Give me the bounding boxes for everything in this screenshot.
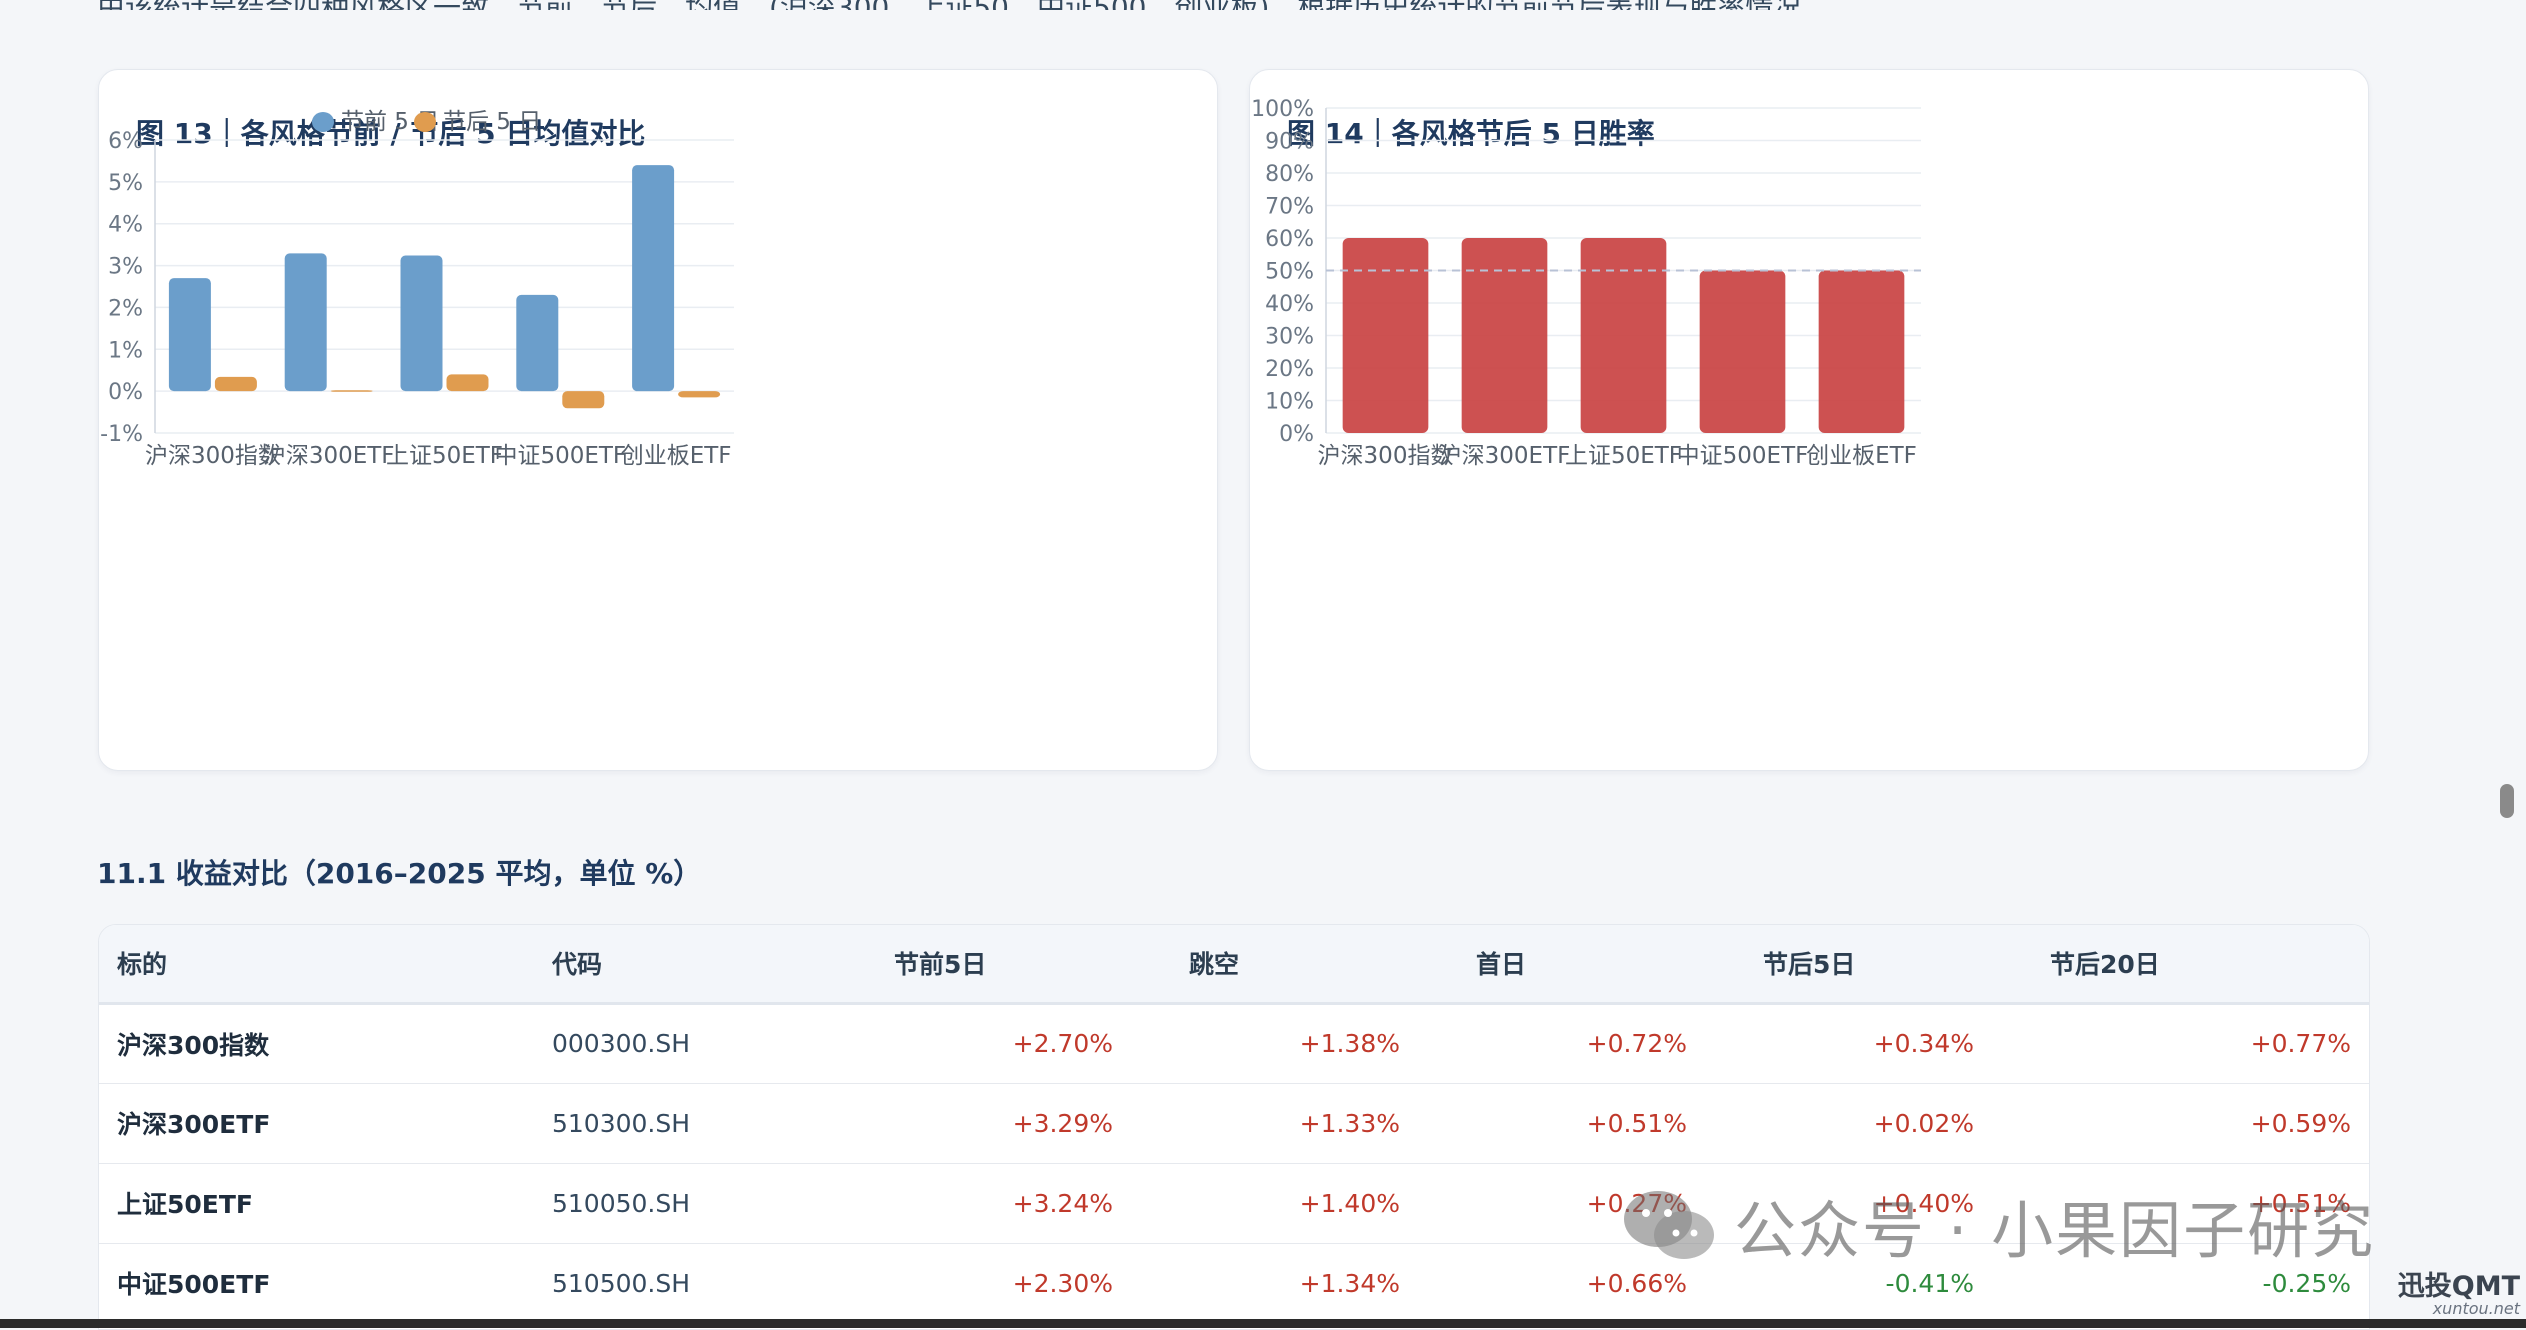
- cell-value: +1.33%: [1299, 1108, 1400, 1138]
- cell-target-name: 沪深300指数: [117, 1030, 270, 1060]
- legend-swatch: [414, 112, 436, 132]
- bar-pre5: [400, 255, 443, 392]
- chart-card-13: 图 13｜各风格节前 / 节后 5 日均值对比 -1% 0% 1% 2% 3% 4% 5% 6…: [98, 69, 1218, 771]
- chart-card-14: 图 14｜各风格节后 5 日胜率 0% 10% 20% 30% 40% 50% 60% 70%…: [1249, 69, 2369, 771]
- cell-value: +3.29%: [1012, 1108, 1113, 1138]
- cell-value: +0.59%: [2250, 1108, 2351, 1138]
- bar-win-rate: [1580, 238, 1667, 433]
- y-axis-label: 平均涨跌幅: [99, 234, 102, 339]
- x-tick-label: 上证50ETF: [386, 443, 503, 469]
- bar-pre5: [168, 278, 211, 392]
- cell-value: +0.51%: [2250, 1188, 2351, 1218]
- y-tick-label: 2%: [108, 296, 143, 321]
- y-tick-label: 0%: [108, 380, 143, 405]
- cell-value: +1.34%: [1299, 1268, 1400, 1298]
- y-tick-label: 20%: [1265, 357, 1314, 382]
- y-tick-label: 4%: [108, 213, 143, 238]
- x-tick-label: 中证500ETF: [1677, 443, 1809, 469]
- cell-code: 510500.SH: [552, 1268, 691, 1298]
- cell-value: +1.38%: [1299, 1029, 1400, 1058]
- cell-value: +3.24%: [1012, 1188, 1113, 1218]
- bar-win-rate: [1461, 238, 1548, 433]
- bar-win-rate: [1342, 238, 1429, 433]
- header-pre5[interactable]: 节前5日: [844, 925, 1131, 1003]
- x-tick-label: 沪深300指数: [145, 443, 281, 469]
- y-tick-label: -1%: [100, 422, 143, 447]
- table-row: 沪深300指数 000300.SH +2.70% +1.38% +0.72% +0.34%…: [99, 1003, 2369, 1083]
- cell-value: +2.30%: [1012, 1268, 1113, 1298]
- bar-post5: [678, 391, 721, 398]
- cell-code: 510300.SH: [552, 1108, 691, 1138]
- legend-swatch: [312, 112, 334, 132]
- y-tick-label: 50%: [1265, 260, 1314, 285]
- brand-logo: 迅投QMT xuntou.net: [2396, 1264, 2520, 1318]
- cell-value: +0.02%: [1873, 1108, 1974, 1138]
- x-tick-label: 创业板ETF: [621, 443, 732, 469]
- y-tick-label: 60%: [1265, 227, 1314, 252]
- y-tick-label: 0%: [1279, 422, 1314, 447]
- table-row: 上证50ETF 510050.SH +3.24% +1.40% +0.27% +0.40%…: [99, 1163, 2369, 1243]
- chart-14-svg: 0% 10% 20% 30% 40% 50% 60% 70% 80% 90% 100% 沪深300指数…: [1251, 97, 1921, 469]
- x-tick-label: 沪深300ETF: [1439, 443, 1571, 469]
- cell-value: +0.40%: [1873, 1188, 1974, 1218]
- y-tick-label: 70%: [1265, 195, 1314, 220]
- bar-post5: [214, 376, 257, 392]
- x-tick-label: 上证50ETF: [1565, 443, 1682, 469]
- y-tick-label: 1%: [108, 338, 143, 363]
- y-tick-label: 80%: [1265, 162, 1314, 187]
- header-code[interactable]: 代码: [534, 925, 844, 1003]
- cell-value: +0.51%: [1586, 1108, 1687, 1138]
- bar-pre5: [516, 294, 559, 392]
- y-tick-label: 10%: [1265, 390, 1314, 415]
- x-tick-label: 沪深300指数: [1318, 443, 1454, 469]
- cell-value: +0.66%: [1586, 1268, 1687, 1298]
- bottom-bar: [0, 1319, 2526, 1328]
- cell-value: -0.25%: [2262, 1268, 2351, 1298]
- cell-target-name: 上证50ETF: [117, 1190, 253, 1219]
- bar-pre5: [632, 165, 675, 392]
- cell-target-name: 中证500ETF: [117, 1270, 271, 1299]
- cell-value: -0.41%: [1885, 1268, 1974, 1298]
- table-header-row: 标的 代码 节前5日 跳空 首日 节后5日 节后20日: [99, 925, 2369, 1003]
- bar-win-rate: [1818, 270, 1905, 433]
- header-first-day[interactable]: 首日: [1418, 925, 1705, 1003]
- section-title: 11.1 收益对比（2016–2025 平均，单位 %）: [97, 857, 702, 890]
- bar-post5: [330, 390, 373, 392]
- table-row: 沪深300ETF 510300.SH +3.29% +1.33% +0.51% +0.02…: [99, 1083, 2369, 1163]
- header-post5[interactable]: 节后5日: [1705, 925, 1992, 1003]
- header-gap[interactable]: 跳空: [1131, 925, 1418, 1003]
- y-tick-label: 6%: [108, 129, 143, 154]
- chart-13-svg: -1% 0% 1% 2% 3% 4% 5% 6% 沪深300指数沪深300ETF上证50ETF中…: [99, 109, 734, 469]
- y-tick-label: 100%: [1251, 97, 1314, 122]
- legend-label: 节后 5 日: [443, 109, 541, 135]
- cell-target-name: 沪深300ETF: [117, 1110, 271, 1139]
- bar-pre5: [284, 253, 327, 392]
- bar-win-rate: [1699, 270, 1786, 433]
- x-tick-label: 沪深300ETF: [263, 443, 395, 469]
- x-tick-label: 中证500ETF: [494, 443, 626, 469]
- header-target[interactable]: 标的: [99, 925, 534, 1003]
- y-tick-label: 30%: [1265, 325, 1314, 350]
- y-tick-label: 40%: [1265, 292, 1314, 317]
- cell-value: +2.70%: [1012, 1029, 1113, 1058]
- y-tick-label: 3%: [108, 255, 143, 280]
- cell-value: +0.72%: [1586, 1029, 1687, 1058]
- x-tick-label: 创业板ETF: [1806, 443, 1917, 469]
- brand-name: 迅投QMT: [2397, 1271, 2520, 1302]
- cell-value: +1.40%: [1299, 1188, 1400, 1218]
- y-tick-label: 90%: [1265, 130, 1314, 155]
- cell-value: +0.34%: [1873, 1029, 1974, 1058]
- table-row: 中证500ETF 510500.SH +2.30% +1.34% +0.66% -0.41…: [99, 1243, 2369, 1323]
- cell-value: +0.77%: [2250, 1029, 2351, 1058]
- scrollbar-thumb[interactable]: [2500, 784, 2514, 818]
- returns-table: 标的 代码 节前5日 跳空 首日 节后5日 节后20日 沪深300指数 00030…: [98, 924, 2370, 1330]
- cell-value: +0.27%: [1586, 1188, 1687, 1218]
- bar-post5: [562, 391, 605, 409]
- cell-code: 000300.SH: [552, 1029, 691, 1058]
- y-tick-label: 5%: [108, 171, 143, 196]
- header-post20[interactable]: 节后20日: [1992, 925, 2369, 1003]
- bar-post5: [446, 374, 489, 392]
- cell-code: 510050.SH: [552, 1188, 691, 1218]
- intro-paragraph: 由该统计是结合四种风格区一致…节前…节后…均值…(沪深300、上证50、中证50…: [97, 0, 2447, 10]
